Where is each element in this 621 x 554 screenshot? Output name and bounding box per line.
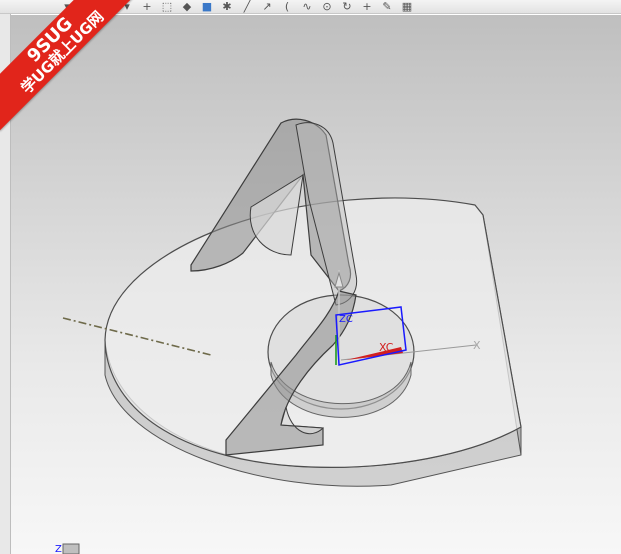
circle-icon[interactable]: ⊙ [320,0,334,13]
box-select-icon[interactable]: ⬚ [160,0,174,13]
plus-icon[interactable]: + [360,0,374,13]
rotate-icon[interactable]: ↻ [340,0,354,13]
spline-icon[interactable]: ∿ [300,0,314,13]
arrow-icon[interactable]: ↗ [260,0,274,13]
mesh-icon[interactable]: ▦ [400,0,414,13]
x-axis-label: X [473,339,481,352]
model-canvas[interactable]: XC ZC X Z [11,15,621,554]
corner-triad [62,543,80,554]
zc-axis-label: ZC [339,314,353,325]
point-icon[interactable]: ✱ [220,0,234,13]
snap-icon[interactable]: + [140,0,154,13]
render-icon[interactable]: ◆ [180,0,194,13]
pen-icon[interactable]: ✎ [380,0,394,13]
graphics-window[interactable]: XC ZC X Z [11,15,621,554]
arc-icon[interactable]: ( [280,0,294,13]
xc-axis-label: XC [379,341,394,354]
line-icon[interactable]: ╱ [240,0,254,13]
cube-icon[interactable]: ■ [200,0,214,13]
corner-triad-z-label: Z [55,544,62,554]
